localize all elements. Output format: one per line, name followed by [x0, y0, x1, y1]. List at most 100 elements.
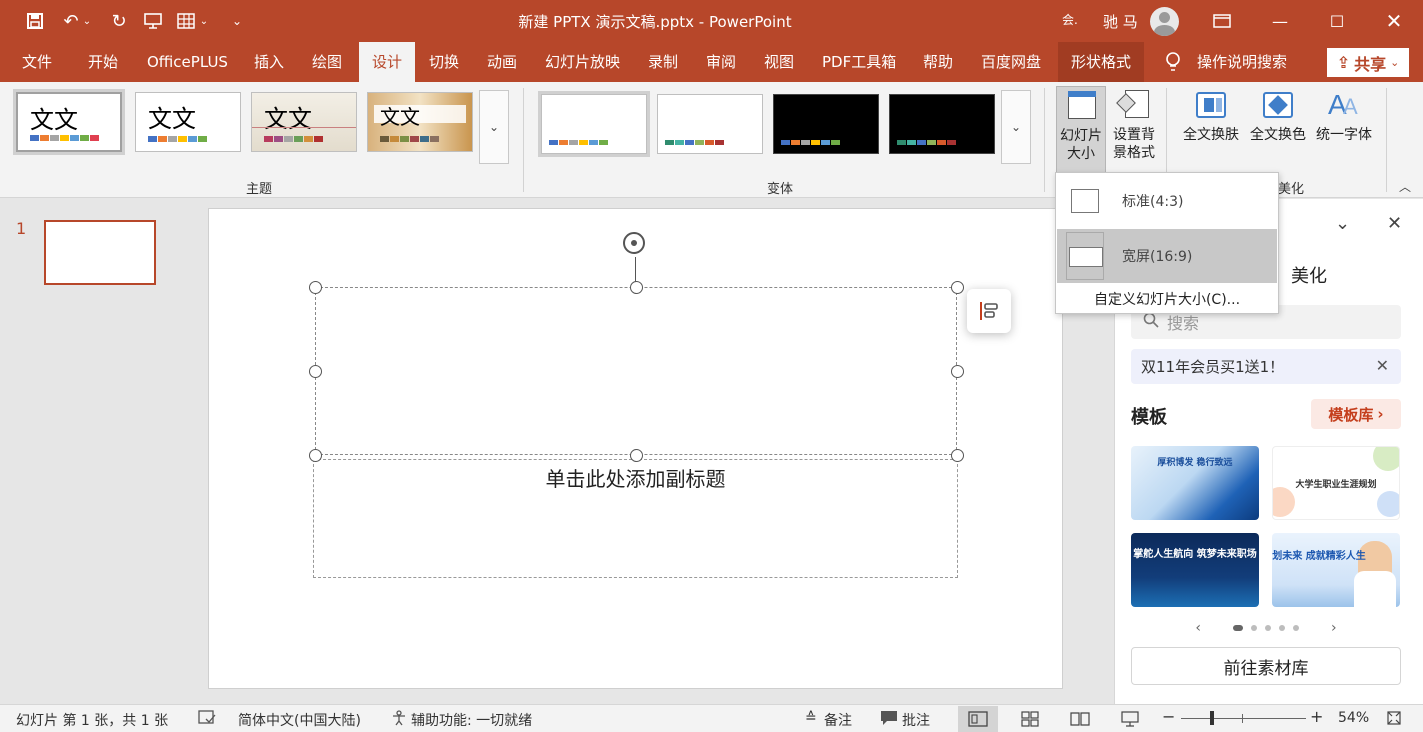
tab-view[interactable]: 视图: [756, 42, 802, 82]
chevron-right-icon[interactable]: ›: [1331, 620, 1337, 636]
avatar[interactable]: [1150, 7, 1179, 36]
comments-button[interactable]: 批注: [902, 710, 930, 730]
maximize-icon[interactable]: ☐: [1309, 0, 1365, 42]
template-card[interactable]: 厚积博发 稳行致远: [1131, 446, 1259, 520]
variant-1[interactable]: [538, 91, 650, 157]
tab-design[interactable]: 设计: [359, 42, 415, 82]
template-title: 规划未来 成就精彩人生: [1272, 551, 1366, 562]
template-card[interactable]: 规划未来 成就精彩人生: [1272, 533, 1400, 607]
tab-transitions[interactable]: 切换: [421, 42, 467, 82]
change-color-button[interactable]: 全文换色: [1245, 86, 1311, 174]
zoom-slider-thumb[interactable]: [1210, 711, 1214, 725]
spellcheck-icon[interactable]: [198, 710, 216, 730]
slide-thumbnail[interactable]: [44, 220, 156, 285]
format-background-button[interactable]: 设置背 景格式: [1109, 86, 1159, 174]
slide-canvas[interactable]: 单击此处添加副标题: [208, 208, 1063, 689]
menu-item-standard[interactable]: 标准(4:3): [1057, 174, 1277, 228]
fit-slide-icon[interactable]: [1386, 710, 1402, 730]
tab-animations[interactable]: 动画: [479, 42, 525, 82]
chevron-left-icon[interactable]: ‹: [1195, 620, 1201, 636]
accessibility-status[interactable]: 辅助功能: 一切就绪: [411, 710, 532, 730]
unify-font-button[interactable]: AA 统一字体: [1311, 86, 1377, 174]
slide-sorter-icon[interactable]: [1010, 706, 1050, 732]
variant-3[interactable]: [773, 94, 879, 154]
variants-more-button[interactable]: ⌄: [1001, 90, 1031, 164]
resize-handle[interactable]: [629, 280, 643, 294]
user-name[interactable]: 驰 马: [1103, 11, 1138, 32]
notes-button[interactable]: 备注: [824, 710, 852, 730]
tab-shape-format[interactable]: 形状格式: [1058, 42, 1144, 82]
pane-close-icon[interactable]: ✕: [1387, 213, 1402, 234]
slide-size-icon: [1064, 87, 1098, 123]
theme-facet[interactable]: 文文: [251, 92, 357, 152]
share-button[interactable]: ⇪ 共享 ⌄: [1327, 48, 1409, 77]
normal-view-icon[interactable]: [958, 706, 998, 732]
change-skin-label: 全文换肤: [1183, 127, 1239, 143]
tab-help[interactable]: 帮助: [915, 42, 961, 82]
variant-2[interactable]: [657, 94, 763, 154]
template-library-button[interactable]: 模板库 ›: [1311, 399, 1401, 429]
variant-4[interactable]: [889, 94, 995, 154]
go-to-library-button[interactable]: 前往素材库: [1131, 647, 1401, 685]
theme-office-2[interactable]: 文文: [135, 92, 241, 152]
resize-handle[interactable]: [950, 280, 964, 294]
tab-pdf-tools[interactable]: PDF工具箱: [814, 42, 904, 82]
tab-draw[interactable]: 绘图: [304, 42, 350, 82]
thumbnail-pane: 1: [0, 199, 181, 704]
tab-baidu-netdisk[interactable]: 百度网盘: [973, 42, 1049, 82]
page-dot[interactable]: [1265, 625, 1271, 631]
page-dot[interactable]: [1233, 625, 1243, 631]
resize-handle[interactable]: [308, 364, 322, 378]
zoom-out-icon[interactable]: −: [1162, 707, 1175, 726]
user-badge: 会.: [1062, 13, 1078, 27]
themes-group-label: 主题: [246, 182, 273, 197]
change-skin-icon: [1194, 86, 1228, 122]
reading-view-icon[interactable]: [1060, 706, 1100, 732]
pane-options-chevron-icon[interactable]: ⌄: [1335, 213, 1350, 234]
tab-officeplus[interactable]: OfficePLUS: [139, 42, 236, 82]
slide-size-button[interactable]: 幻灯片 大小: [1056, 86, 1106, 174]
subtitle-placeholder-text[interactable]: 单击此处添加副标题: [209, 463, 1062, 492]
theme-wood[interactable]: 文文: [367, 92, 473, 152]
tab-home[interactable]: 开始: [80, 42, 126, 82]
menu-item-custom-size[interactable]: 自定义幻灯片大小(C)...: [1056, 289, 1278, 309]
zoom-in-icon[interactable]: +: [1310, 707, 1323, 726]
change-skin-button[interactable]: 全文换肤: [1178, 86, 1244, 174]
page-dot[interactable]: [1251, 625, 1257, 631]
minimize-icon[interactable]: —: [1252, 0, 1308, 42]
resize-handle[interactable]: [629, 448, 643, 462]
close-promo-icon[interactable]: ✕: [1376, 356, 1389, 375]
close-icon[interactable]: ✕: [1366, 0, 1422, 42]
tab-insert[interactable]: 插入: [246, 42, 292, 82]
menu-item-widescreen[interactable]: 宽屏(16:9): [1057, 229, 1277, 283]
tab-slideshow[interactable]: 幻灯片放映: [537, 42, 628, 82]
template-card[interactable]: 掌舵人生航向 筑梦未来职场: [1131, 533, 1259, 607]
promo-banner[interactable]: 双11年会员买1送1！ ✕: [1131, 349, 1401, 384]
resize-handle[interactable]: [308, 280, 322, 294]
resize-handle[interactable]: [308, 448, 322, 462]
rotate-handle-icon[interactable]: [623, 232, 645, 254]
language[interactable]: 简体中文(中国大陆): [238, 710, 361, 730]
title-placeholder[interactable]: [315, 287, 957, 455]
template-card[interactable]: 大学生职业生涯规划: [1272, 446, 1400, 520]
themes-more-button[interactable]: ⌄: [479, 90, 509, 164]
theme-office[interactable]: 文文: [13, 89, 125, 155]
layout-options-button[interactable]: [967, 289, 1011, 333]
resize-handle[interactable]: [950, 364, 964, 378]
page-dot[interactable]: [1293, 625, 1299, 631]
collapse-ribbon-icon[interactable]: ︿: [1399, 178, 1411, 195]
resize-handle[interactable]: [950, 448, 964, 462]
zoom-slider[interactable]: [1181, 718, 1306, 719]
tab-record[interactable]: 录制: [640, 42, 686, 82]
tab-file[interactable]: 文件: [14, 42, 60, 82]
tell-me-search[interactable]: 操作说明搜索: [1189, 42, 1295, 82]
tab-review[interactable]: 审阅: [698, 42, 744, 82]
zoom-level[interactable]: 54%: [1338, 710, 1369, 726]
standard-ratio-icon: [1071, 189, 1099, 213]
page-dot[interactable]: [1279, 625, 1285, 631]
ribbon-display-options-icon[interactable]: [1194, 0, 1250, 42]
menu-item-label: 宽屏(16:9): [1122, 249, 1193, 265]
slideshow-view-icon[interactable]: [1110, 706, 1150, 732]
tab-beautify[interactable]: 美化: [1291, 262, 1327, 288]
comments-icon: [880, 710, 898, 730]
